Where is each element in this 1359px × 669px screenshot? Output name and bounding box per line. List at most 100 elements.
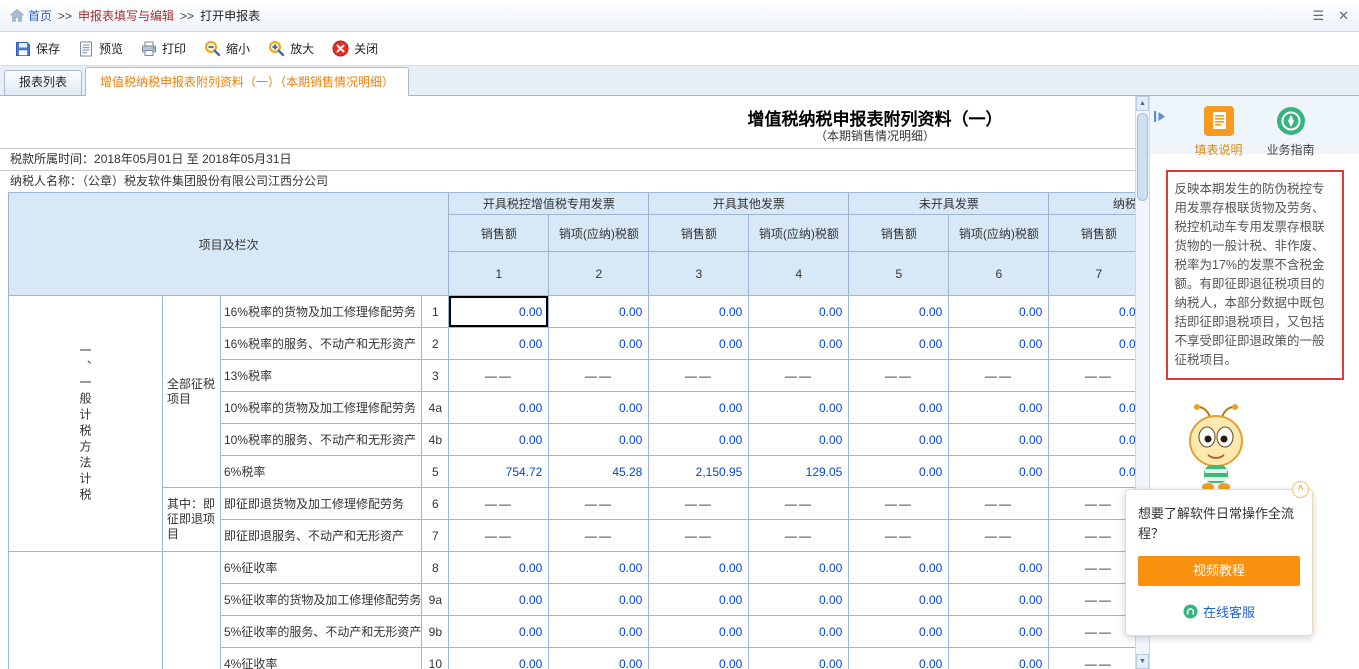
value-cell[interactable]: 0.00 — [649, 648, 749, 669]
value-cell[interactable]: 0.00 — [449, 648, 549, 669]
value-cell[interactable]: 0.00 — [649, 584, 749, 616]
close-window-icon[interactable]: ✕ — [1338, 8, 1349, 24]
value-cell[interactable]: 0.00 — [549, 584, 649, 616]
value-cell[interactable]: —— — [649, 360, 749, 392]
value-cell[interactable]: 0.00 — [449, 584, 549, 616]
value-cell[interactable]: 0.00 — [849, 296, 949, 328]
value-cell[interactable]: 0.00 — [449, 424, 549, 456]
value-cell[interactable]: 129.05 — [749, 456, 849, 488]
value-cell[interactable]: 0.00 — [949, 584, 1049, 616]
value-cell[interactable]: 45.28 — [549, 456, 649, 488]
value-cell[interactable]: 0.00 — [649, 328, 749, 360]
value-cell[interactable]: —— — [549, 360, 649, 392]
value-cell[interactable]: 0.00 — [549, 552, 649, 584]
online-service-link[interactable]: 在线客服 — [1138, 602, 1300, 625]
value-cell[interactable]: —— — [449, 360, 549, 392]
value-cell[interactable]: 0.00 — [549, 328, 649, 360]
value-cell[interactable]: 0.00 — [849, 392, 949, 424]
breadcrumb-parent-link[interactable]: 申报表填写与编辑 — [78, 7, 174, 24]
value-cell[interactable]: 0.00 — [449, 552, 549, 584]
value-cell[interactable]: 0.00 — [749, 424, 849, 456]
value-cell[interactable]: —— — [849, 520, 949, 552]
value-cell[interactable]: 0.00 — [549, 392, 649, 424]
value-cell[interactable]: 0.00 — [849, 616, 949, 648]
chevron-up-icon[interactable]: ^ — [1292, 481, 1309, 498]
value-cell[interactable]: 0.00 — [649, 296, 749, 328]
value-cell[interactable]: —— — [949, 488, 1049, 520]
value-cell[interactable]: 0.00 — [749, 616, 849, 648]
value-cell[interactable]: —— — [1049, 360, 1135, 392]
value-cell[interactable]: —— — [449, 520, 549, 552]
value-cell[interactable]: —— — [749, 488, 849, 520]
value-cell[interactable]: —— — [749, 360, 849, 392]
value-cell[interactable]: 0.00 — [849, 328, 949, 360]
business-guide-button[interactable]: 业务指南 — [1263, 106, 1319, 158]
value-cell[interactable]: —— — [849, 488, 949, 520]
value-cell[interactable]: 0.00 — [449, 328, 549, 360]
video-tutorial-button[interactable]: 视频教程 — [1138, 556, 1300, 586]
value-cell[interactable]: 0.00 — [1049, 392, 1135, 424]
value-cell[interactable]: —— — [449, 488, 549, 520]
zoom-in-button[interactable]: 放大 — [259, 35, 323, 62]
value-cell[interactable]: 0.00 — [749, 296, 849, 328]
print-button[interactable]: 打印 — [132, 35, 195, 62]
value-cell[interactable]: 754.72 — [449, 456, 549, 488]
value-cell[interactable]: 0.00 — [849, 552, 949, 584]
value-cell[interactable]: —— — [1049, 488, 1135, 520]
value-cell[interactable]: 0.00 — [949, 392, 1049, 424]
value-cell[interactable]: 0.00 — [649, 616, 749, 648]
value-cell[interactable]: 0.00 — [1049, 328, 1135, 360]
value-cell[interactable]: —— — [1049, 616, 1135, 648]
value-cell[interactable]: —— — [1049, 520, 1135, 552]
value-cell[interactable]: 0.00 — [449, 296, 549, 328]
value-cell[interactable]: —— — [1049, 552, 1135, 584]
tab-report-list[interactable]: 报表列表 — [4, 70, 82, 95]
value-cell[interactable]: 0.00 — [649, 392, 749, 424]
scroll-down-button[interactable]: ▼ — [1136, 654, 1149, 669]
save-button[interactable]: 保存 — [6, 35, 69, 62]
assistant-mascot[interactable] — [1180, 402, 1252, 497]
value-cell[interactable]: 0.00 — [549, 296, 649, 328]
breadcrumb-home-link[interactable]: 首页 — [10, 7, 52, 24]
value-cell[interactable]: —— — [849, 360, 949, 392]
value-cell[interactable]: 0.00 — [549, 616, 649, 648]
value-cell[interactable]: 0.00 — [649, 424, 749, 456]
value-cell[interactable]: 2,150.95 — [649, 456, 749, 488]
value-cell[interactable]: 0.00 — [1049, 456, 1135, 488]
close-button[interactable]: 关闭 — [323, 35, 387, 62]
value-cell[interactable]: 0.00 — [749, 584, 849, 616]
value-cell[interactable]: 0.00 — [549, 648, 649, 669]
value-cell[interactable]: 0.00 — [949, 296, 1049, 328]
value-cell[interactable]: —— — [649, 488, 749, 520]
value-cell[interactable]: 0.00 — [849, 424, 949, 456]
value-cell[interactable]: 0.00 — [949, 456, 1049, 488]
value-cell[interactable]: —— — [949, 520, 1049, 552]
value-cell[interactable]: —— — [949, 360, 1049, 392]
value-cell[interactable]: 0.00 — [449, 616, 549, 648]
fill-instructions-button[interactable]: 填表说明 — [1191, 106, 1247, 158]
value-cell[interactable]: 0.00 — [949, 648, 1049, 669]
value-cell[interactable]: 0.00 — [749, 328, 849, 360]
value-cell[interactable]: 0.00 — [849, 648, 949, 669]
value-cell[interactable]: —— — [1049, 584, 1135, 616]
preview-button[interactable]: 预览 — [69, 35, 132, 62]
value-cell[interactable]: 0.00 — [949, 328, 1049, 360]
zoom-out-button[interactable]: 缩小 — [195, 35, 259, 62]
value-cell[interactable]: 0.00 — [949, 616, 1049, 648]
value-cell[interactable]: 0.00 — [749, 648, 849, 669]
value-cell[interactable]: —— — [749, 520, 849, 552]
value-cell[interactable]: 0.00 — [749, 392, 849, 424]
value-cell[interactable]: 0.00 — [649, 552, 749, 584]
value-cell[interactable]: 0.00 — [849, 456, 949, 488]
value-cell[interactable]: 0.00 — [449, 392, 549, 424]
scrollbar-thumb[interactable] — [1137, 113, 1148, 201]
value-cell[interactable]: 0.00 — [949, 424, 1049, 456]
tab-active-report[interactable]: 增值税纳税申报表附列资料（一）（本期销售情况明细） — [85, 67, 409, 96]
value-cell[interactable]: —— — [1049, 648, 1135, 669]
value-cell[interactable]: —— — [549, 520, 649, 552]
menu-icon[interactable]: ☰ — [1312, 8, 1324, 24]
collapse-panel-icon[interactable] — [1153, 110, 1168, 126]
value-cell[interactable]: 0.00 — [849, 584, 949, 616]
scroll-up-button[interactable]: ▲ — [1136, 96, 1149, 111]
value-cell[interactable]: —— — [549, 488, 649, 520]
